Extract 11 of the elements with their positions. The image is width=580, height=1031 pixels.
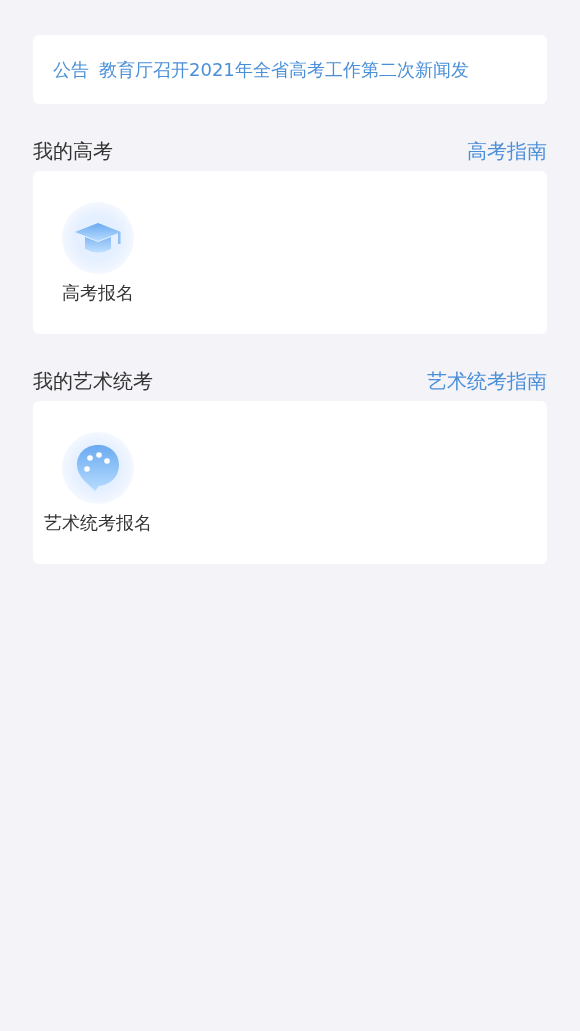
notice-text: 教育厅召开2021年全省高考工作第二次新闻发 bbox=[99, 57, 469, 82]
section-title: 我的高考 bbox=[33, 137, 113, 165]
graduation-cap-icon bbox=[61, 201, 135, 275]
palette-icon bbox=[61, 431, 135, 505]
guide-link[interactable]: 高考指南 bbox=[467, 137, 547, 165]
notice-bar[interactable]: 公告 教育厅召开2021年全省高考工作第二次新闻发 bbox=[33, 35, 547, 104]
item-label[interactable]: 艺术统考报名 bbox=[44, 511, 152, 535]
guide-link[interactable]: 艺术统考指南 bbox=[427, 367, 547, 395]
item-label[interactable]: 高考报名 bbox=[62, 281, 134, 305]
section-title: 我的艺术统考 bbox=[33, 367, 153, 395]
notice-label: 公告 bbox=[53, 57, 89, 82]
